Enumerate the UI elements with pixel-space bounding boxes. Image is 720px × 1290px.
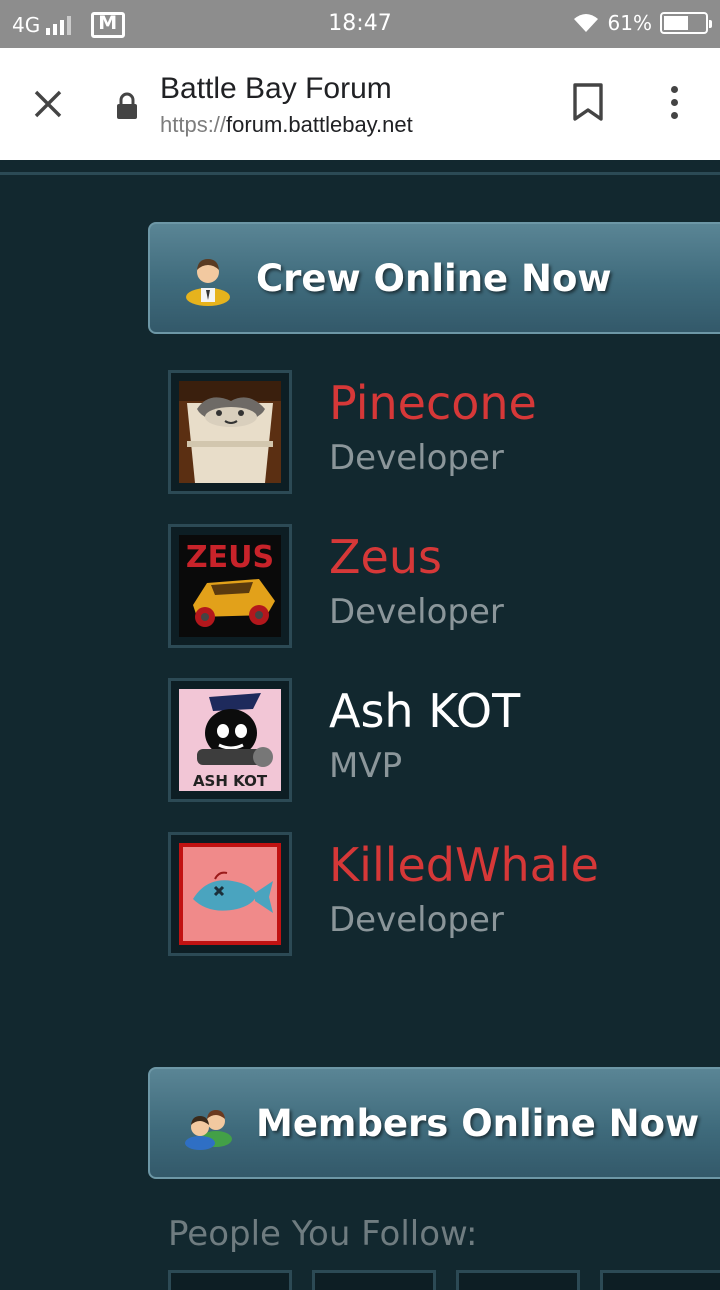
- more-vert-icon: [670, 85, 678, 93]
- people-you-follow-label: People You Follow:: [168, 1214, 478, 1254]
- avatar[interactable]: [168, 370, 292, 494]
- crew-member-role: Developer: [329, 592, 504, 632]
- close-button[interactable]: [28, 84, 68, 124]
- crew-member-role: Developer: [329, 900, 504, 940]
- page-title[interactable]: Battle Bay Forum: [160, 72, 392, 106]
- page-url[interactable]: https://forum.battlebay.net: [160, 112, 413, 138]
- followed-member-avatar[interactable]: [312, 1270, 436, 1290]
- avatar[interactable]: ZEUS: [168, 524, 292, 648]
- crew-member-ash-kot[interactable]: ASH KOT Ash KOT MVP: [168, 678, 708, 804]
- crew-person-icon: [186, 259, 230, 306]
- crew-member-role: Developer: [329, 438, 504, 478]
- svg-text:ASH KOT: ASH KOT: [193, 772, 268, 790]
- crew-member-killedwhale[interactable]: KilledWhale Developer: [168, 832, 708, 958]
- crew-member-zeus[interactable]: ZEUS Zeus Developer: [168, 524, 708, 650]
- crew-online-title: Crew Online Now: [256, 256, 612, 300]
- battery-icon: [660, 12, 712, 34]
- members-online-title: Members Online Now: [256, 1101, 700, 1145]
- wifi-icon: [573, 14, 598, 32]
- members-group-icon: [185, 1110, 232, 1150]
- close-icon: [34, 90, 62, 118]
- members-online-header[interactable]: Members Online Now: [148, 1067, 720, 1179]
- avatar[interactable]: ASH KOT: [168, 678, 292, 802]
- crew-member-name[interactable]: Ash KOT: [329, 684, 520, 738]
- lock-icon: [117, 92, 137, 119]
- followed-member-avatar[interactable]: [456, 1270, 580, 1290]
- zeus-car-avatar: ZEUS: [179, 535, 281, 637]
- bookmark-icon[interactable]: [570, 82, 606, 122]
- dead-whale-avatar: [179, 843, 281, 945]
- browser-toolbar: Battle Bay Forum https://forum.battlebay…: [0, 48, 720, 160]
- crew-online-header[interactable]: Crew Online Now: [148, 222, 720, 334]
- url-host: forum.battlebay.net: [226, 112, 413, 137]
- url-scheme: https://: [160, 112, 227, 137]
- followed-member-avatar[interactable]: [600, 1270, 720, 1290]
- crew-member-pinecone[interactable]: Pinecone Developer: [168, 370, 708, 496]
- avatar[interactable]: [168, 832, 292, 956]
- battery-level: [664, 16, 688, 30]
- ash-kot-avatar: ASH KOT: [179, 689, 281, 791]
- followed-member-avatar[interactable]: [168, 1270, 292, 1290]
- more-options-button[interactable]: [654, 82, 694, 122]
- content-divider: [0, 172, 720, 175]
- crew-member-name[interactable]: Pinecone: [329, 376, 537, 430]
- cat-in-box-avatar: [179, 381, 281, 483]
- status-right: 61%: [572, 11, 712, 35]
- crew-member-name[interactable]: Zeus: [329, 530, 442, 584]
- battery-percent: 61%: [607, 11, 652, 35]
- svg-text:ZEUS: ZEUS: [186, 540, 274, 575]
- status-bar: 4G 18:47 61%: [0, 0, 720, 48]
- crew-member-name[interactable]: KilledWhale: [329, 838, 599, 892]
- crew-member-role: MVP: [329, 746, 403, 786]
